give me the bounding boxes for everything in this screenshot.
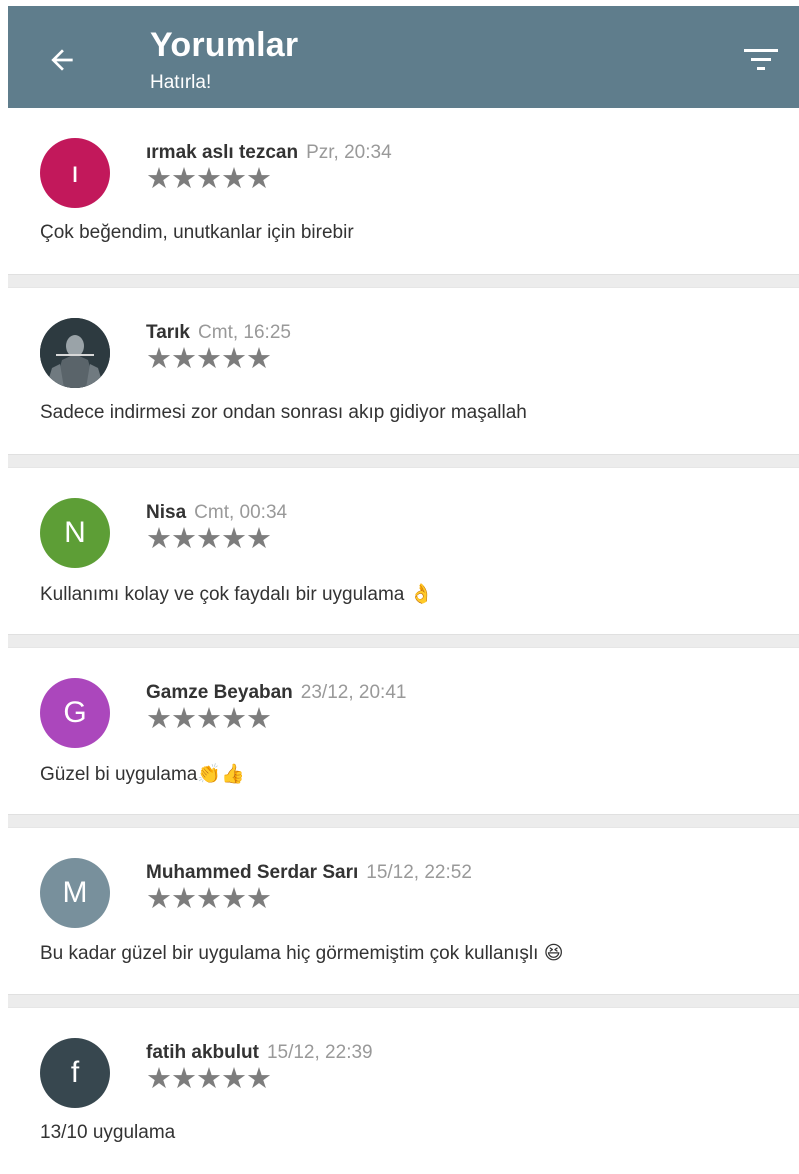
divider (8, 274, 799, 288)
arrow-back-icon (51, 49, 73, 71)
review-text: 13/10 uygulama (40, 1122, 176, 1143)
reviewer-name: ırmak aslı tezcan (146, 142, 299, 163)
filter-button[interactable] (741, 40, 781, 80)
avatar: f (40, 1038, 110, 1108)
star-rating: ★★★★★ (146, 163, 272, 195)
star-rating: ★★★★★ (146, 883, 272, 915)
review-text: Sadece indirmesi zor ondan sonrası akıp … (40, 402, 527, 423)
review-card: G Gamze Beyaban 23/12, 20:41 ★★★★★ Güzel … (8, 648, 799, 814)
review-time: Cmt, 16:25 (198, 322, 291, 343)
review-text: Bu kadar güzel bir uygulama hiç görmemiş… (40, 943, 564, 964)
review-time: Pzr, 20:34 (306, 142, 392, 163)
back-button[interactable] (42, 40, 82, 80)
star-rating: ★★★★★ (146, 523, 272, 555)
reviewer-name: Muhammed Serdar Sarı (146, 862, 359, 883)
review-time: 15/12, 22:52 (366, 862, 472, 883)
review-card: Tarık Cmt, 16:25 ★★★★★ Sadece indirmesi z… (8, 288, 799, 454)
reviewer-name: Nisa (146, 502, 187, 523)
review-list: ı ırmak aslı tezcan Pzr, 20:34 ★★★★★ Çok … (8, 108, 799, 1174)
divider (8, 994, 799, 1008)
divider (8, 454, 799, 468)
review-time: 23/12, 20:41 (300, 682, 407, 703)
review-time: 15/12, 22:39 (266, 1042, 373, 1063)
divider (8, 814, 799, 828)
reviewer-name: Gamze Beyaban (146, 682, 293, 703)
page-title: Yorumlar (150, 26, 299, 64)
star-rating: ★★★★★ (146, 703, 272, 735)
avatar (40, 318, 110, 388)
app-bar: Yorumlar Hatırla! (8, 6, 799, 108)
profile-photo-icon (40, 318, 110, 388)
reviewer-name: Tarık (146, 322, 191, 343)
avatar: ı (40, 138, 110, 208)
review-text: Güzel bi uygulama👏👍 (40, 764, 245, 785)
review-card: ı ırmak aslı tezcan Pzr, 20:34 ★★★★★ Çok … (8, 108, 799, 274)
review-time: Cmt, 00:34 (194, 502, 288, 523)
review-card: N Nisa Cmt, 00:34 ★★★★★ Kullanımı kolay v… (8, 468, 799, 634)
avatar: M (40, 858, 110, 928)
filter-icon (744, 49, 778, 70)
star-rating: ★★★★★ (146, 343, 272, 375)
review-text: Kullanımı kolay ve çok faydalı bir uygul… (40, 584, 434, 605)
avatar: G (40, 678, 110, 748)
page-subtitle: Hatırla! (150, 72, 212, 93)
avatar: N (40, 498, 110, 568)
review-card: f fatih akbulut 15/12, 22:39 ★★★★★ 13/10 … (8, 1008, 799, 1174)
divider (8, 634, 799, 648)
review-card: M Muhammed Serdar Sarı 15/12, 22:52 ★★★★★… (8, 828, 799, 994)
reviewer-name: fatih akbulut (146, 1042, 259, 1063)
star-rating: ★★★★★ (146, 1063, 272, 1095)
review-text: Çok beğendim, unutkanlar için birebir (40, 222, 354, 243)
